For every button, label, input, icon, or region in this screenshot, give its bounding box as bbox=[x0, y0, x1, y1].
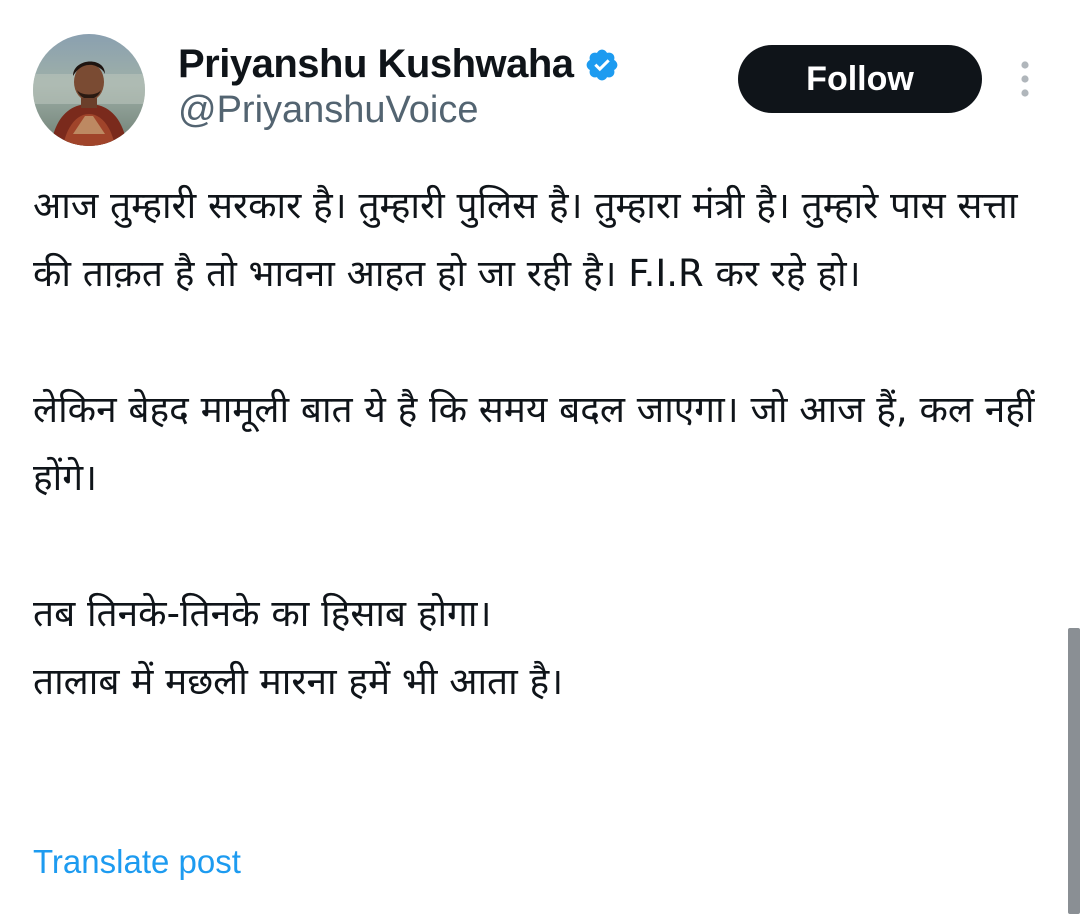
author-display-name[interactable]: Priyanshu Kushwaha bbox=[178, 40, 620, 88]
tweet-paragraph: तब तिनके-तिनके का हिसाब होगा। bbox=[33, 592, 492, 635]
tweet-paragraph: आज तुम्हारी सरकार है। तुम्हारी पुलिस है।… bbox=[33, 184, 1018, 295]
tweet-card: Priyanshu Kushwaha @PriyanshuVoice Follo… bbox=[0, 0, 1080, 914]
tweet-paragraph: तालाब में मछली मारना हमें भी आता है। bbox=[33, 660, 564, 703]
tweet-paragraph: लेकिन बेहद मामूली बात ये है कि समय बदल ज… bbox=[33, 388, 1035, 499]
author-handle[interactable]: @PriyanshuVoice bbox=[178, 87, 479, 133]
tweet-text: आज तुम्हारी सरकार है। तुम्हारी पुलिस है।… bbox=[33, 172, 1043, 716]
translate-post-link[interactable]: Translate post bbox=[33, 840, 241, 884]
display-name-text: Priyanshu Kushwaha bbox=[178, 42, 574, 86]
more-vertical-icon[interactable] bbox=[1014, 58, 1036, 102]
scrollbar-thumb[interactable] bbox=[1068, 628, 1080, 914]
verified-badge-icon bbox=[584, 46, 620, 82]
avatar-image bbox=[33, 34, 145, 146]
avatar[interactable] bbox=[33, 34, 145, 146]
follow-button[interactable]: Follow bbox=[738, 45, 982, 113]
